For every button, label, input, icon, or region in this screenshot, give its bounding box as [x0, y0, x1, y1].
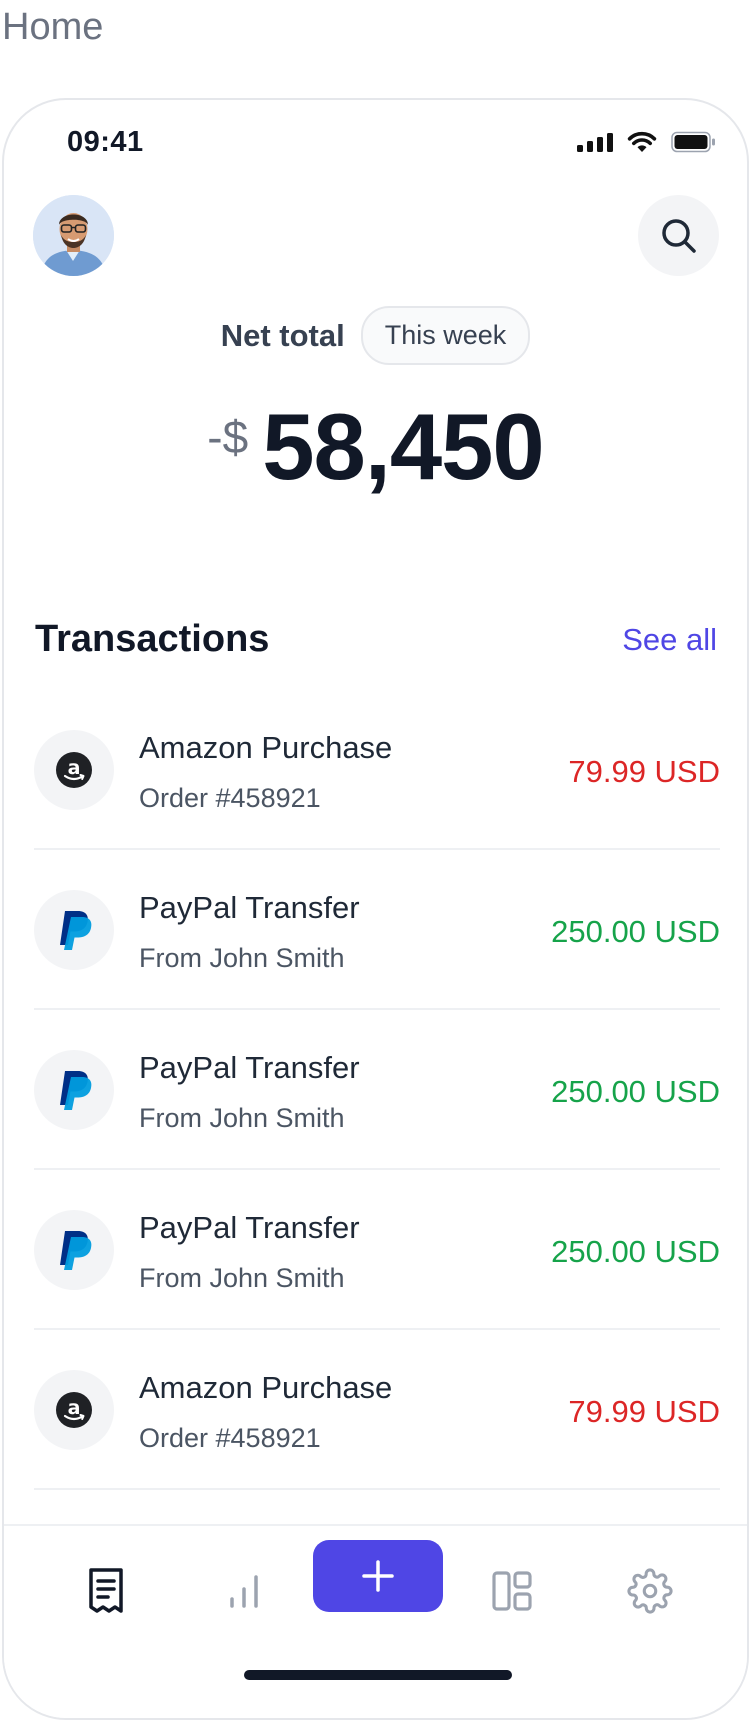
transaction-subtitle: From John Smith: [139, 1103, 345, 1133]
nav-settings[interactable]: [610, 1556, 690, 1626]
transaction-amount: 79.99 USD: [568, 1394, 720, 1429]
transaction-subtitle: Order #458921: [139, 1423, 321, 1453]
transaction-row[interactable]: PayPal Transfer From John Smith 250.00 USD: [34, 1170, 720, 1330]
amazon-icon: a: [34, 1370, 114, 1450]
search-button[interactable]: [638, 195, 719, 276]
phone-frame: 09:41 Net total This week -$ 58,450 Tran…: [2, 98, 749, 1720]
transaction-row[interactable]: a Amazon Purchase Order #458921 79.99 USD: [34, 1330, 720, 1490]
search-icon: [661, 218, 696, 253]
transaction-title: PayPal Transfer: [139, 890, 360, 925]
layout-grid-icon: [492, 1571, 532, 1611]
amazon-icon: a: [34, 730, 114, 810]
period-selector[interactable]: This week: [360, 306, 531, 365]
transaction-row[interactable]: PayPal Transfer From John Smith 250.00 USD: [34, 850, 720, 1010]
bottom-nav: [4, 1524, 747, 1718]
svg-text:a: a: [68, 1397, 81, 1419]
transaction-row[interactable]: PayPal Transfer From John Smith 250.00 USD: [34, 1010, 720, 1170]
paypal-icon: [34, 890, 114, 970]
add-transaction-button[interactable]: [313, 1540, 443, 1612]
plus-icon: [362, 1560, 394, 1592]
transactions-title: Transactions: [35, 618, 270, 660]
nav-dashboard[interactable]: [472, 1556, 552, 1626]
transaction-amount: 250.00 USD: [551, 1234, 720, 1269]
user-avatar[interactable]: [33, 195, 114, 276]
receipt-icon: [89, 1568, 123, 1613]
transaction-list: a Amazon Purchase Order #458921 79.99 USD Pa…: [34, 690, 720, 1490]
transaction-subtitle: From John Smith: [139, 1263, 345, 1293]
paypal-icon: [34, 1210, 114, 1290]
transaction-amount: 250.00 USD: [551, 914, 720, 949]
home-indicator: [244, 1670, 512, 1680]
svg-text:a: a: [68, 757, 81, 779]
status-bar: 09:41: [4, 100, 747, 190]
gear-icon: [627, 1568, 673, 1614]
status-time: 09:41: [67, 126, 144, 158]
transaction-title: Amazon Purchase: [139, 730, 393, 765]
currency-prefix: -$: [207, 411, 249, 463]
amount-value: 58,450: [262, 394, 545, 499]
transaction-subtitle: From John Smith: [139, 943, 345, 973]
status-icons: [577, 131, 717, 153]
transaction-amount: 250.00 USD: [551, 1074, 720, 1109]
net-total-row: Net total This week: [4, 306, 747, 365]
nav-transactions[interactable]: [66, 1556, 146, 1626]
net-total-amount: -$ 58,450: [4, 400, 747, 494]
see-all-link[interactable]: See all: [622, 622, 717, 658]
transaction-title: PayPal Transfer: [139, 1210, 360, 1245]
net-total-label: Net total: [220, 317, 345, 353]
transaction-title: PayPal Transfer: [139, 1050, 360, 1085]
page-label: Home: [2, 6, 104, 48]
transaction-subtitle: Order #458921: [139, 783, 321, 813]
battery-icon: [671, 131, 715, 153]
nav-analytics[interactable]: [204, 1556, 284, 1626]
transaction-row[interactable]: a Amazon Purchase Order #458921 79.99 USD: [34, 690, 720, 850]
transaction-title: Amazon Purchase: [139, 1370, 393, 1405]
wifi-icon: [627, 131, 657, 152]
transaction-amount: 79.99 USD: [568, 754, 720, 789]
cellular-signal-icon: [577, 132, 613, 152]
paypal-icon: [34, 1050, 114, 1130]
bar-chart-icon: [230, 1575, 258, 1608]
